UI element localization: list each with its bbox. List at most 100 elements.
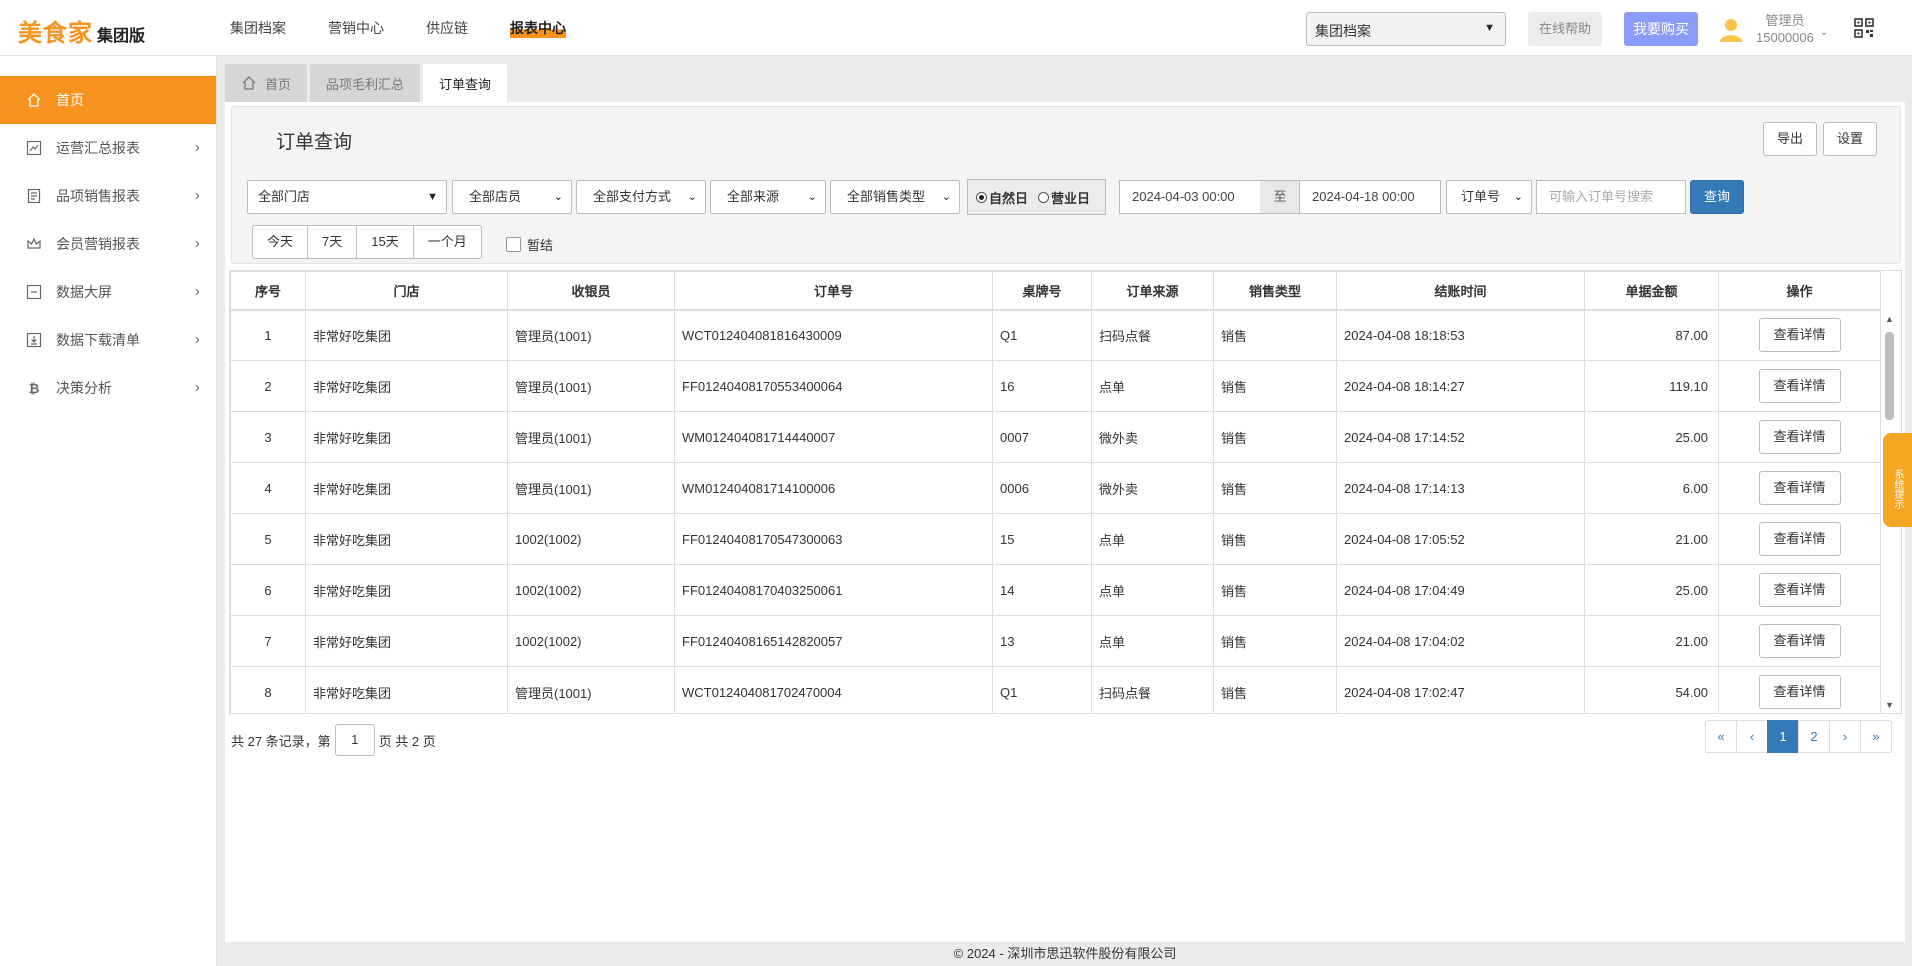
radio-business-day[interactable] — [1038, 191, 1050, 203]
sidebar-item-home[interactable]: 首页 — [0, 76, 216, 124]
cell-table-no: 0006 — [992, 462, 1092, 514]
source-select[interactable]: 全部来源 ⌄ — [710, 180, 826, 214]
view-detail-button[interactable]: 查看详情 — [1758, 522, 1841, 556]
payment-select[interactable]: 全部支付方式 ⌄ — [576, 180, 706, 214]
staff-select[interactable]: 全部店员 ⌄ — [452, 180, 572, 214]
download-icon — [26, 332, 42, 348]
page-last-button[interactable]: » — [1860, 720, 1892, 753]
scrollbar-thumb[interactable] — [1885, 332, 1894, 420]
nav-report-center[interactable]: 报表中心 — [510, 18, 566, 38]
group-select[interactable]: 集团档案 ▼ — [1306, 12, 1506, 46]
page-first-button[interactable]: « — [1705, 720, 1737, 753]
view-detail-button[interactable]: 查看详情 — [1758, 471, 1841, 505]
cell-cashier: 管理员(1001) — [507, 462, 675, 514]
chevron-right-icon: › — [194, 187, 200, 204]
col-header-no[interactable]: 序号 — [230, 271, 306, 311]
cell-cashier: 管理员(1001) — [507, 360, 675, 412]
scroll-up-icon[interactable]: ▲ — [1885, 314, 1894, 324]
cell-cashier: 管理员(1001) — [507, 411, 675, 463]
nav-marketing[interactable]: 营销中心 — [328, 18, 384, 38]
quick-range-buttons: 今天 7天 15天 一个月 — [252, 225, 482, 259]
query-box: 订单查询 导出 设置 全部门店 ▼ 全部店员 ⌄ 全部支付方式 ⌄ 全部来源 ⌄ — [231, 106, 1901, 264]
quick-today-button[interactable]: 今天 — [252, 225, 309, 259]
sales-type-select-value: 全部销售类型 — [847, 189, 926, 204]
chevron-right-icon: › — [194, 331, 200, 348]
date-to-input[interactable]: 2024-04-18 00:00 — [1299, 180, 1441, 214]
cell-store: 非常好吃集团 — [305, 411, 508, 463]
user-menu[interactable]: 管理员 15000006 ⌄ — [1718, 10, 1828, 48]
chevron-right-icon: › — [194, 139, 200, 156]
sales-type-select[interactable]: 全部销售类型 ⌄ — [830, 180, 960, 214]
cell-source: 点单 — [1091, 615, 1214, 667]
table-row: 6 非常好吃集团 1002(1002) FF01240408170403250061 1… — [230, 564, 1881, 616]
qr-code-icon[interactable] — [1854, 18, 1874, 38]
page-next-button[interactable]: › — [1829, 720, 1861, 753]
table-row: 4 非常好吃集团 管理员(1001) WM012404081714100006 0006… — [230, 462, 1881, 514]
page-number-input[interactable]: 1 — [334, 724, 375, 756]
quick-15days-button[interactable]: 15天 — [356, 225, 414, 259]
store-select[interactable]: 全部门店 ▼ — [247, 180, 447, 214]
quick-7days-button[interactable]: 7天 — [307, 225, 358, 259]
sidebar-item-label: 运营汇总报表 — [56, 140, 140, 156]
cell-checkout-time: 2024-04-08 18:14:27 — [1336, 360, 1585, 412]
sidebar-item-member-marketing[interactable]: 会员营销报表 › — [0, 220, 216, 268]
settle-checkbox[interactable] — [506, 237, 521, 252]
view-detail-button[interactable]: 查看详情 — [1758, 369, 1841, 403]
chevron-down-icon: ⌄ — [807, 191, 817, 203]
search-type-select[interactable]: 订单号 ⌄ — [1446, 180, 1532, 214]
cell-table-no: 13 — [992, 615, 1092, 667]
col-header-time[interactable]: 结账时间 — [1336, 271, 1585, 311]
page-prev-button[interactable]: ‹ — [1736, 720, 1768, 753]
sidebar-item-decision-analysis[interactable]: ₿ 决策分析 › — [0, 364, 216, 412]
sidebar-item-item-sales[interactable]: 品项销售报表 › — [0, 172, 216, 220]
cell-checkout-time: 2024-04-08 18:18:53 — [1336, 309, 1585, 361]
cell-store: 非常好吃集团 — [305, 360, 508, 412]
crown-icon — [26, 236, 42, 252]
view-detail-button[interactable]: 查看详情 — [1758, 624, 1841, 658]
view-detail-button[interactable]: 查看详情 — [1758, 675, 1841, 709]
cell-no: 7 — [230, 615, 306, 667]
tab-home[interactable]: 首页 — [225, 64, 308, 102]
nav-group-archive[interactable]: 集团档案 — [230, 18, 286, 38]
tab-order-query[interactable]: 订单查询 — [423, 64, 508, 102]
date-from-input[interactable]: 2024-04-03 00:00 — [1119, 180, 1261, 214]
col-header-cashier[interactable]: 收银员 — [507, 271, 675, 311]
settings-button[interactable]: 设置 — [1823, 122, 1877, 156]
buy-button[interactable]: 我要购买 — [1624, 12, 1698, 46]
scroll-down-icon[interactable]: ▼ — [1885, 700, 1894, 710]
quick-month-button[interactable]: 一个月 — [412, 225, 482, 259]
page-2-button[interactable]: 2 — [1798, 720, 1830, 753]
view-detail-button[interactable]: 查看详情 — [1758, 318, 1841, 353]
online-help-button[interactable]: 在线帮助 — [1528, 12, 1602, 46]
col-header-store[interactable]: 门店 — [305, 271, 508, 311]
nav-supply-chain[interactable]: 供应链 — [426, 18, 468, 38]
page-1-button[interactable]: 1 — [1767, 720, 1799, 753]
system-tip-tab[interactable]: 系统提示 — [1883, 433, 1912, 527]
col-header-source[interactable]: 订单来源 — [1091, 271, 1214, 311]
logo[interactable]: 美食家 集团版 — [18, 13, 145, 48]
sidebar-item-data-screen[interactable]: 数据大屏 › — [0, 268, 216, 316]
col-header-type[interactable]: 销售类型 — [1213, 271, 1337, 311]
cell-order-no: WM012404081714440007 — [674, 411, 993, 463]
table-header-row: 序号 门店 收银员 订单号 桌牌号 订单来源 销售类型 结账时间 单据金额 操作 — [230, 271, 1881, 311]
col-header-amount[interactable]: 单据金额 — [1584, 271, 1719, 311]
col-header-table[interactable]: 桌牌号 — [992, 271, 1092, 311]
caret-down-icon: ▼ — [1484, 22, 1495, 34]
order-search-input[interactable]: 可输入订单号搜索 — [1536, 180, 1686, 214]
caret-down-icon: ▼ — [427, 191, 438, 203]
sidebar-item-label: 数据下载清单 — [56, 332, 140, 348]
table-row: 8 非常好吃集团 管理员(1001) WCT012404081702470004 Q1 扫… — [230, 666, 1881, 713]
table-row: 1 非常好吃集团 管理员(1001) WCT012404081816430009 Q1 扫… — [230, 309, 1881, 361]
screen-icon — [26, 284, 42, 300]
query-button[interactable]: 查询 — [1690, 180, 1744, 214]
home-icon — [26, 92, 42, 108]
tab-item-margin-summary[interactable]: 品项毛利汇总 — [310, 64, 421, 102]
radio-natural-day[interactable] — [976, 191, 987, 203]
col-header-order[interactable]: 订单号 — [674, 271, 993, 311]
export-button[interactable]: 导出 — [1763, 122, 1817, 156]
sidebar-item-operation-summary[interactable]: 运营汇总报表 › — [0, 124, 216, 172]
view-detail-button[interactable]: 查看详情 — [1758, 420, 1841, 454]
sidebar-item-download-list[interactable]: 数据下载清单 › — [0, 316, 216, 364]
view-detail-button[interactable]: 查看详情 — [1758, 573, 1841, 607]
cell-amount: 25.00 — [1584, 411, 1719, 463]
